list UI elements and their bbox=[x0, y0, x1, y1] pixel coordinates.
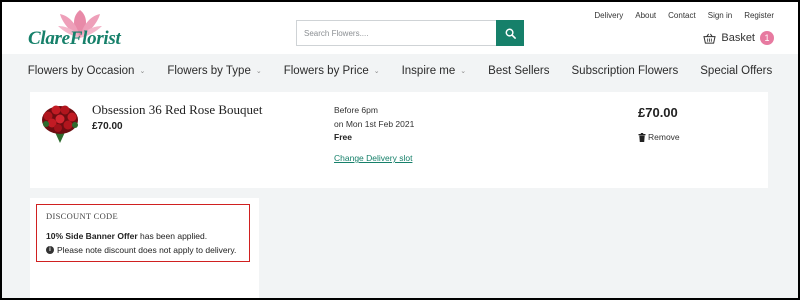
link-delivery[interactable]: Delivery bbox=[594, 11, 623, 20]
nav-item-label: Subscription Flowers bbox=[571, 65, 679, 77]
nav-item-label: Inspire me bbox=[401, 65, 456, 77]
search-button[interactable] bbox=[496, 20, 524, 46]
site-logo[interactable]: ClareFlorist bbox=[28, 10, 138, 50]
chevron-down-icon: ⌄ bbox=[139, 68, 146, 75]
item-total-price: £70.00 bbox=[638, 105, 678, 120]
nav-flowers-by-type[interactable]: Flowers by Type ⌄ bbox=[167, 65, 261, 77]
nav-item-label: Flowers by Price bbox=[283, 65, 369, 77]
link-register[interactable]: Register bbox=[744, 11, 774, 20]
link-contact[interactable]: Contact bbox=[668, 11, 696, 20]
nav-item-label: Best Sellers bbox=[488, 65, 550, 77]
chevron-down-icon: ⌄ bbox=[255, 68, 262, 75]
discount-offer-name: 10% Side Banner Offer bbox=[46, 231, 138, 241]
main-nav: Flowers by Occasion ⌄ Flowers by Type ⌄ Fl… bbox=[2, 54, 798, 88]
rose-bouquet-image bbox=[42, 105, 78, 143]
link-sign-in[interactable]: Sign in bbox=[708, 11, 732, 20]
delivery-time: Before 6pm bbox=[334, 105, 378, 115]
trash-icon bbox=[638, 132, 646, 142]
delivery-info: Before 6pm on Mon 1st Feb 2021 Free bbox=[334, 104, 414, 145]
search-bar bbox=[296, 20, 524, 46]
nav-flowers-by-price[interactable]: Flowers by Price ⌄ bbox=[284, 65, 380, 77]
link-about[interactable]: About bbox=[635, 11, 656, 20]
search-input[interactable] bbox=[296, 20, 496, 46]
product-title[interactable]: Obsession 36 Red Rose Bouquet bbox=[92, 102, 262, 118]
nav-special-offers[interactable]: Special Offers bbox=[700, 65, 772, 77]
nav-flowers-by-occasion[interactable]: Flowers by Occasion ⌄ bbox=[28, 65, 146, 77]
basket-icon bbox=[703, 33, 716, 44]
remove-label: Remove bbox=[648, 132, 680, 142]
basket-button[interactable]: Basket 1 bbox=[703, 31, 774, 45]
discount-note-text: Please note discount does not apply to d… bbox=[57, 245, 237, 255]
nav-inspire-me[interactable]: Inspire me ⌄ bbox=[402, 65, 467, 77]
nav-item-label: Flowers by Type bbox=[167, 65, 251, 77]
nav-best-sellers[interactable]: Best Sellers bbox=[488, 65, 549, 77]
nav-item-label: Special Offers bbox=[700, 65, 773, 77]
top-links: Delivery About Contact Sign in Register bbox=[594, 11, 774, 20]
product-price: £70.00 bbox=[92, 121, 123, 132]
basket-count-badge: 1 bbox=[760, 31, 774, 45]
delivery-cost: Free bbox=[334, 132, 352, 142]
logo-text: ClareFlorist bbox=[28, 28, 121, 49]
discount-note: i Please note discount does not apply to… bbox=[46, 245, 249, 255]
chevron-down-icon: ⌄ bbox=[373, 68, 380, 75]
remove-item-button[interactable]: Remove bbox=[638, 132, 680, 142]
delivery-date: on Mon 1st Feb 2021 bbox=[334, 118, 415, 129]
discount-title: DISCOUNT CODE bbox=[46, 211, 118, 221]
chevron-down-icon: ⌄ bbox=[460, 68, 467, 75]
basket-label: Basket bbox=[721, 32, 755, 44]
cart-item-card: Obsession 36 Red Rose Bouquet £70.00 Bef… bbox=[30, 92, 768, 188]
search-icon bbox=[505, 28, 516, 39]
nav-item-label: Flowers by Occasion bbox=[27, 65, 135, 77]
site-header: ClareFlorist Delivery About Contact Sign… bbox=[2, 2, 798, 54]
discount-applied-message: 10% Side Banner Offer has been applied. bbox=[46, 231, 249, 241]
nav-subscription-flowers[interactable]: Subscription Flowers bbox=[572, 65, 679, 77]
info-icon: i bbox=[46, 246, 54, 254]
discount-applied-text: has been applied. bbox=[137, 231, 208, 241]
discount-code-box: DISCOUNT CODE 10% Side Banner Offer has … bbox=[36, 204, 250, 262]
change-delivery-slot-link[interactable]: Change Delivery slot bbox=[334, 153, 412, 163]
